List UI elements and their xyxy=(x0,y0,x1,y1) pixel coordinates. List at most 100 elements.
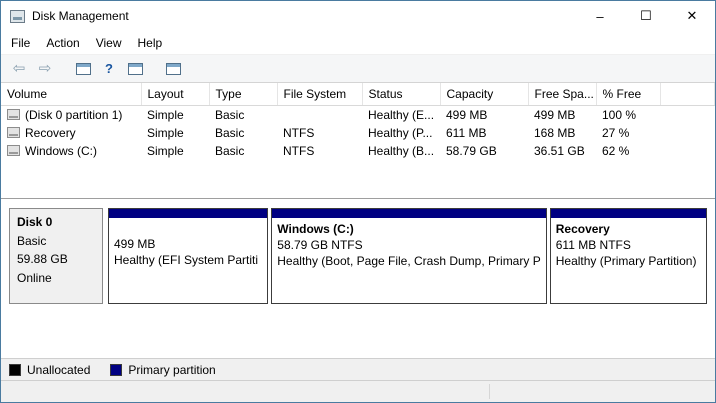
partition-title: Windows (C:) xyxy=(277,221,540,237)
partition-status: Healthy (Boot, Page File, Crash Dump, Pr… xyxy=(277,253,540,269)
forward-button[interactable]: ⇨ xyxy=(33,58,57,80)
menu-view[interactable]: View xyxy=(88,32,130,54)
title-bar: Disk Management – ☐ ✕ xyxy=(1,1,715,31)
back-button[interactable]: ⇦ xyxy=(7,58,31,80)
menu-file[interactable]: File xyxy=(3,32,38,54)
cell-status: Healthy (B... xyxy=(362,142,440,160)
minimize-button[interactable]: – xyxy=(577,1,623,31)
cell-pct-free: 27 % xyxy=(596,124,660,142)
column-header-file-system[interactable]: File System xyxy=(277,83,362,105)
view-options-button[interactable] xyxy=(161,58,185,80)
volume-icon xyxy=(7,145,20,156)
partition-color-band xyxy=(272,209,545,218)
toolbar: ⇦ ⇨ ? xyxy=(1,55,715,83)
legend-bar: Unallocated Primary partition xyxy=(1,358,715,380)
console-tree-icon xyxy=(76,63,91,75)
cell-status: Healthy (E... xyxy=(362,105,440,124)
disk0-row: Disk 0 Basic 59.88 GB Online 499 MB Heal… xyxy=(9,208,707,304)
cell-free-space: 168 MB xyxy=(528,124,596,142)
partition-strip: 499 MB Healthy (EFI System Partiti Windo… xyxy=(108,208,707,304)
cell-layout: Simple xyxy=(141,124,209,142)
volume-name: (Disk 0 partition 1) xyxy=(25,108,122,122)
partition-size: 611 MB NTFS xyxy=(556,237,701,253)
legend-item-unallocated: Unallocated xyxy=(9,363,90,377)
column-header-filler xyxy=(660,83,715,105)
properties-button[interactable] xyxy=(123,58,147,80)
cell-file-system: NTFS xyxy=(277,142,362,160)
volume-name: Windows (C:) xyxy=(25,144,97,158)
table-header-row: Volume Layout Type File System Status Ca… xyxy=(1,83,715,105)
column-header-type[interactable]: Type xyxy=(209,83,277,105)
legend-label: Unallocated xyxy=(27,363,90,377)
window-controls: – ☐ ✕ xyxy=(577,1,715,31)
disk-management-window: Disk Management – ☐ ✕ File Action View H… xyxy=(0,0,716,403)
help-button[interactable]: ? xyxy=(97,58,121,80)
properties-icon xyxy=(128,63,143,75)
cell-capacity: 58.79 GB xyxy=(440,142,528,160)
partition-title xyxy=(114,221,262,236)
primary-partition-swatch xyxy=(110,364,122,376)
disk-size: 59.88 GB xyxy=(17,250,95,269)
volume-icon xyxy=(7,109,20,120)
partition-status: Healthy (Primary Partition) xyxy=(556,253,701,269)
forward-icon: ⇨ xyxy=(39,61,52,76)
maximize-button[interactable]: ☐ xyxy=(623,1,669,31)
view-options-icon xyxy=(166,63,181,75)
close-button[interactable]: ✕ xyxy=(669,1,715,31)
cell-capacity: 611 MB xyxy=(440,124,528,142)
partition-recovery[interactable]: Recovery 611 MB NTFS Healthy (Primary Pa… xyxy=(550,208,707,304)
menu-action[interactable]: Action xyxy=(38,32,87,54)
disk0-header[interactable]: Disk 0 Basic 59.88 GB Online xyxy=(9,208,103,304)
status-bar xyxy=(1,380,715,402)
cell-file-system xyxy=(277,105,362,124)
disk-name: Disk 0 xyxy=(17,213,95,232)
cell-free-space: 36.51 GB xyxy=(528,142,596,160)
window-title: Disk Management xyxy=(32,9,129,23)
column-header-capacity[interactable]: Capacity xyxy=(440,83,528,105)
legend-label: Primary partition xyxy=(128,363,215,377)
partition-title: Recovery xyxy=(556,221,701,237)
partition-efi[interactable]: 499 MB Healthy (EFI System Partiti xyxy=(108,208,268,304)
app-icon xyxy=(10,10,25,23)
column-header-volume[interactable]: Volume xyxy=(1,83,141,105)
partition-color-band xyxy=(551,209,706,218)
table-row[interactable]: (Disk 0 partition 1) Simple Basic Health… xyxy=(1,105,715,124)
cell-capacity: 499 MB xyxy=(440,105,528,124)
cell-pct-free: 62 % xyxy=(596,142,660,160)
column-header-status[interactable]: Status xyxy=(362,83,440,105)
status-bar-separator xyxy=(489,384,490,399)
menu-bar: File Action View Help xyxy=(1,31,715,55)
table-row[interactable]: Windows (C:) Simple Basic NTFS Healthy (… xyxy=(1,142,715,160)
disk-status: Online xyxy=(17,269,95,288)
cell-type: Basic xyxy=(209,142,277,160)
column-header-free-space[interactable]: Free Spa... xyxy=(528,83,596,105)
column-header-layout[interactable]: Layout xyxy=(141,83,209,105)
partition-color-band xyxy=(109,209,267,218)
legend-item-primary-partition: Primary partition xyxy=(110,363,215,377)
help-icon: ? xyxy=(105,61,113,76)
volume-name: Recovery xyxy=(25,126,76,140)
unallocated-swatch xyxy=(9,364,21,376)
partition-windows-c[interactable]: Windows (C:) 58.79 GB NTFS Healthy (Boot… xyxy=(271,208,546,304)
column-header-pct-free[interactable]: % Free xyxy=(596,83,660,105)
menu-help[interactable]: Help xyxy=(130,32,171,54)
partition-size: 499 MB xyxy=(114,236,262,252)
cell-type: Basic xyxy=(209,105,277,124)
table-row[interactable]: Recovery Simple Basic NTFS Healthy (P...… xyxy=(1,124,715,142)
volume-list-pane: Volume Layout Type File System Status Ca… xyxy=(1,83,715,199)
graphical-view-pane: Disk 0 Basic 59.88 GB Online 499 MB Heal… xyxy=(1,199,715,358)
cell-file-system: NTFS xyxy=(277,124,362,142)
cell-free-space: 499 MB xyxy=(528,105,596,124)
cell-type: Basic xyxy=(209,124,277,142)
back-icon: ⇦ xyxy=(13,61,26,76)
volume-table: Volume Layout Type File System Status Ca… xyxy=(1,83,715,160)
volume-icon xyxy=(7,127,20,138)
cell-layout: Simple xyxy=(141,142,209,160)
cell-pct-free: 100 % xyxy=(596,105,660,124)
show-console-tree-button[interactable] xyxy=(71,58,95,80)
partition-size: 58.79 GB NTFS xyxy=(277,237,540,253)
disk-type: Basic xyxy=(17,232,95,251)
partition-status: Healthy (EFI System Partiti xyxy=(114,252,262,268)
cell-status: Healthy (P... xyxy=(362,124,440,142)
cell-layout: Simple xyxy=(141,105,209,124)
